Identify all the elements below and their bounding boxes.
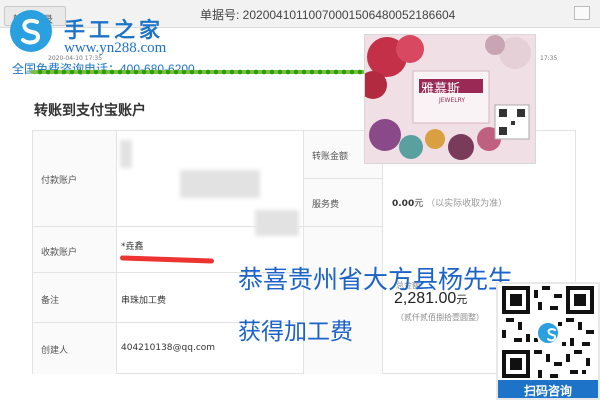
redacted-block — [255, 210, 299, 236]
total-label-cell — [303, 227, 383, 374]
order-number: 单据号: 20200410110070001506480052186604 — [200, 8, 456, 22]
redacted-block — [180, 170, 260, 198]
payer-label-cell: 付款账户 — [33, 131, 117, 227]
qr-code[interactable]: 扫码咨询 — [496, 282, 600, 400]
redacted-block — [120, 140, 132, 168]
photo-brand-sub: JEWELRY — [439, 97, 466, 104]
fee-value: 0.00 — [392, 199, 415, 209]
remark-value: 串珠加工费 — [121, 296, 167, 306]
congrats-line-1: 恭喜贵州省大方县杨先生 — [238, 265, 514, 294]
photo-brand-text: 雅慕斯 — [421, 82, 461, 97]
qr-caption: 扫码咨询 — [498, 380, 598, 398]
payee-label: 收款账户 — [41, 248, 78, 258]
congrats-line-2: 获得加工费 — [238, 319, 353, 345]
fee-unit: 元 — [414, 199, 424, 209]
brand-logo-icon — [10, 10, 52, 52]
timeline-end-time: 17:35 — [540, 55, 558, 62]
page-title: 转账到支付宝账户 — [34, 103, 146, 119]
fee-label-cell: 服务费 — [303, 179, 383, 227]
product-photo: 雅慕斯 JEWELRY — [364, 34, 536, 164]
print-icon[interactable] — [574, 6, 590, 20]
qr-logo-icon — [536, 321, 560, 345]
payee-value: *垚鑫 — [121, 242, 144, 252]
creator-label-cell: 创建人 — [33, 323, 117, 374]
progress-dots — [36, 68, 366, 76]
payee-label-cell: 收款账户 — [33, 227, 117, 273]
remark-label-cell: 备注 — [33, 273, 117, 323]
fee-value-line: 0.00元 （以实际收取为准） — [392, 196, 507, 209]
remark-label: 备注 — [41, 296, 60, 306]
payer-label: 付款账户 — [41, 176, 78, 186]
fee-note: （以实际收取为准） — [426, 199, 508, 209]
creator-value: 404210138@qq.com — [121, 343, 216, 353]
amount-label: 转账金额 — [312, 152, 349, 162]
total-amount-caps: （贰仟贰佰捌拾壹圆整） — [396, 313, 484, 322]
fee-label: 服务费 — [312, 200, 340, 210]
creator-label: 创建人 — [41, 346, 69, 356]
